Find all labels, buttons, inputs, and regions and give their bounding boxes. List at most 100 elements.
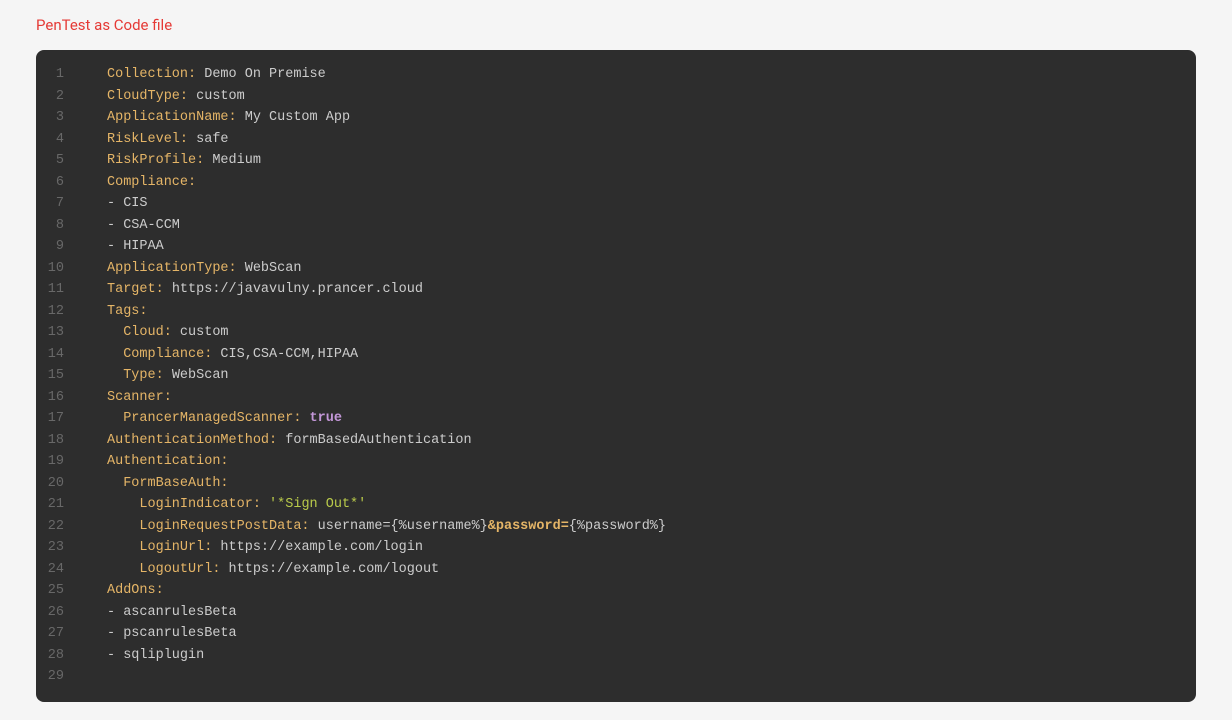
code-token: Scanner:	[107, 390, 172, 405]
code-token: Collection:	[107, 67, 196, 82]
code-token: ApplicationName:	[107, 110, 237, 125]
code-token: username={%username%}	[310, 519, 488, 534]
code-token: Tags:	[107, 304, 148, 319]
line-content: FormBaseAuth:	[82, 473, 1196, 495]
code-token: LoginIndicator:	[139, 497, 261, 512]
code-token: https://javavulny.prancer.cloud	[164, 282, 423, 297]
code-line: 8- CSA-CCM	[36, 215, 1196, 237]
code-token	[107, 411, 123, 426]
line-content: - ascanrulesBeta	[82, 602, 1196, 624]
line-content: CloudType: custom	[82, 86, 1196, 108]
line-content: Authentication:	[82, 451, 1196, 473]
code-token: WebScan	[164, 368, 229, 383]
code-token: https://example.com/logout	[220, 562, 439, 577]
code-token: RiskProfile:	[107, 153, 204, 168]
line-content: RiskLevel: safe	[82, 129, 1196, 151]
code-line: 6 Compliance:	[36, 172, 1196, 194]
line-number: 24	[36, 559, 82, 581]
line-content: Compliance:	[82, 172, 1196, 194]
line-content: Collection: Demo On Premise	[82, 64, 1196, 86]
code-token: custom	[188, 89, 245, 104]
line-number: 1	[36, 64, 82, 86]
code-line: 20 FormBaseAuth:	[36, 473, 1196, 495]
code-line: 29	[36, 666, 1196, 688]
line-content: Compliance: CIS,CSA-CCM,HIPAA	[82, 344, 1196, 366]
code-token	[107, 562, 139, 577]
line-number: 21	[36, 494, 82, 516]
line-number: 26	[36, 602, 82, 624]
code-line: 16 Scanner:	[36, 387, 1196, 409]
code-token: ApplicationType:	[107, 261, 237, 276]
code-token: '*Sign Out*'	[269, 497, 366, 512]
line-number: 11	[36, 279, 82, 301]
code-line: 27 - pscanrulesBeta	[36, 623, 1196, 645]
line-number: 27	[36, 623, 82, 645]
code-token: Type:	[123, 368, 164, 383]
code-line: 28 - sqliplugin	[36, 645, 1196, 667]
line-content	[82, 666, 1196, 688]
code-token: CloudType:	[107, 89, 188, 104]
code-token	[261, 497, 269, 512]
line-number: 5	[36, 150, 82, 172]
code-line: 14 Compliance: CIS,CSA-CCM,HIPAA	[36, 344, 1196, 366]
line-content: LoginUrl: https://example.com/login	[82, 537, 1196, 559]
line-content: ApplicationName: My Custom App	[82, 107, 1196, 129]
line-content: Cloud: custom	[82, 322, 1196, 344]
code-line: 18AuthenticationMethod: formBasedAuthent…	[36, 430, 1196, 452]
code-line: 9 - HIPAA	[36, 236, 1196, 258]
code-line: 10 ApplicationType: WebScan	[36, 258, 1196, 280]
code-token: Target:	[107, 282, 164, 297]
code-token: - HIPAA	[107, 239, 164, 254]
code-line: 15 Type: WebScan	[36, 365, 1196, 387]
code-token: FormBaseAuth:	[123, 476, 228, 491]
line-content: PrancerManagedScanner: true	[82, 408, 1196, 430]
code-token	[107, 476, 123, 491]
line-content: RiskProfile: Medium	[82, 150, 1196, 172]
code-token: LoginUrl:	[139, 540, 212, 555]
code-token: custom	[172, 325, 229, 340]
page-title: PenTest as Code file	[0, 16, 1232, 50]
code-token: safe	[188, 132, 229, 147]
code-token: My Custom App	[237, 110, 350, 125]
code-token: CIS,CSA-CCM,HIPAA	[212, 347, 358, 362]
line-content: LoginIndicator: '*Sign Out*'	[82, 494, 1196, 516]
code-line: 22 LoginRequestPostData: username={%user…	[36, 516, 1196, 538]
code-token: Cloud:	[123, 325, 172, 340]
code-token: PrancerManagedScanner:	[123, 411, 301, 426]
code-line: 3ApplicationName: My Custom App	[36, 107, 1196, 129]
code-token: - pscanrulesBeta	[107, 626, 237, 641]
line-number: 15	[36, 365, 82, 387]
line-number: 9	[36, 236, 82, 258]
code-token: Medium	[204, 153, 261, 168]
code-token: Compliance:	[123, 347, 212, 362]
line-number: 16	[36, 387, 82, 409]
code-token	[107, 540, 139, 555]
code-token: Compliance:	[107, 175, 196, 190]
line-content: - CSA-CCM	[82, 215, 1196, 237]
code-token: WebScan	[237, 261, 302, 276]
line-number: 8	[36, 215, 82, 237]
code-token	[107, 347, 123, 362]
code-token: LogoutUrl:	[139, 562, 220, 577]
code-token: LoginRequestPostData:	[139, 519, 309, 534]
line-number: 28	[36, 645, 82, 667]
code-line: 24 LogoutUrl: https://example.com/logout	[36, 559, 1196, 581]
code-token: - sqliplugin	[107, 648, 204, 663]
line-number: 10	[36, 258, 82, 280]
line-content: - sqliplugin	[82, 645, 1196, 667]
line-content: - pscanrulesBeta	[82, 623, 1196, 645]
code-token	[107, 325, 123, 340]
line-number: 17	[36, 408, 82, 430]
line-number: 19	[36, 451, 82, 473]
line-content: - CIS	[82, 193, 1196, 215]
line-number: 6	[36, 172, 82, 194]
line-number: 18	[36, 430, 82, 452]
code-token: AuthenticationMethod:	[107, 433, 277, 448]
line-number: 13	[36, 322, 82, 344]
code-line: 2CloudType: custom	[36, 86, 1196, 108]
code-token: AddOns:	[107, 583, 164, 598]
line-number: 20	[36, 473, 82, 495]
line-number: 23	[36, 537, 82, 559]
line-number: 7	[36, 193, 82, 215]
code-line: 19Authentication:	[36, 451, 1196, 473]
